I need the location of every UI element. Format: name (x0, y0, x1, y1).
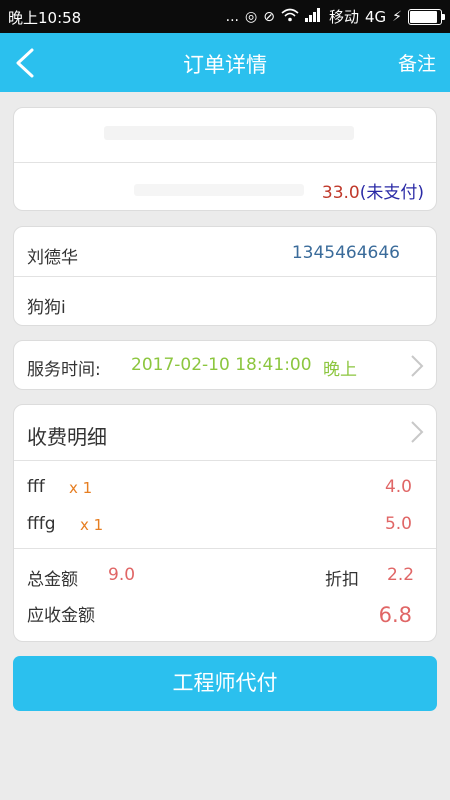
fee-details-header[interactable]: 收费明细 (14, 405, 436, 460)
payment-status: (未支付) (359, 183, 424, 203)
charging-icon: ⚡ (392, 8, 402, 25)
amount-value: 33.0 (321, 183, 360, 203)
notification-dots: ... (225, 8, 240, 25)
divider (14, 548, 436, 549)
fee-item-qty: x 1 (69, 479, 93, 497)
discount-label: 折扣 (325, 570, 359, 590)
battery-fill (410, 10, 437, 23)
blurred-detail (134, 184, 304, 196)
status-time: 晚上10:58 (8, 9, 82, 27)
pet-name: 狗狗i (27, 298, 66, 318)
remark-button[interactable]: 备注 (398, 49, 436, 76)
blurred-address (104, 126, 354, 140)
customer-name: 刘德华 (27, 248, 78, 268)
fee-item-name: fffg (27, 514, 56, 534)
service-time-row[interactable]: 服务时间: 2017-02-10 18:41:00 晚上 (13, 340, 437, 390)
fee-details-title: 收费明细 (27, 425, 107, 449)
receivable-value: 6.8 (378, 603, 412, 627)
network-label: 4G (364, 7, 387, 26)
page-title: 订单详情 (183, 53, 267, 77)
signal-icon (304, 7, 323, 26)
divider (14, 162, 436, 163)
total-value: 9.0 (108, 565, 136, 585)
service-time-value: 2017-02-10 18:41:00 (131, 355, 312, 375)
status-icons: ... ◎ ⊘ 移动 4G ⚡ (225, 6, 445, 27)
total-label: 总金额 (27, 570, 78, 590)
engineer-pay-button[interactable]: 工程师代付 (13, 656, 437, 711)
service-time-label: 服务时间: (27, 360, 101, 380)
status-bar: 晚上10:58 ... ◎ ⊘ 移动 4G ⚡ (0, 0, 450, 33)
battery-icon (408, 8, 445, 25)
order-summary-card: 33.0(未支付) (13, 107, 437, 211)
fee-item-price: 4.0 (384, 477, 412, 497)
alarm-icon: ◎ (245, 8, 258, 25)
header-bar: 订单详情 备注 (0, 33, 450, 92)
carrier-label: 移动 (328, 8, 359, 26)
customer-phone[interactable]: 1345464646 (292, 243, 400, 263)
mute-icon: ⊘ (263, 8, 275, 25)
fee-item-qty: x 1 (80, 516, 104, 534)
wifi-icon (281, 8, 299, 26)
fee-item-name: fff (27, 477, 45, 497)
receivable-label: 应收金额 (27, 606, 95, 626)
fee-details-card: 收费明细 fff x 1 4.0 fffg x 1 5.0 总金额 9.0 折扣… (13, 404, 437, 642)
service-period: 晚上 (323, 360, 357, 380)
divider (14, 276, 436, 277)
order-amount: 33.0(未支付) (322, 178, 424, 203)
chevron-right-icon (411, 355, 424, 377)
discount-value: 2.2 (387, 565, 415, 585)
chevron-right-icon (411, 421, 424, 443)
divider (14, 460, 436, 461)
fee-item-price: 5.0 (384, 514, 412, 534)
customer-card: 刘德华 1345464646 狗狗i (13, 226, 437, 326)
